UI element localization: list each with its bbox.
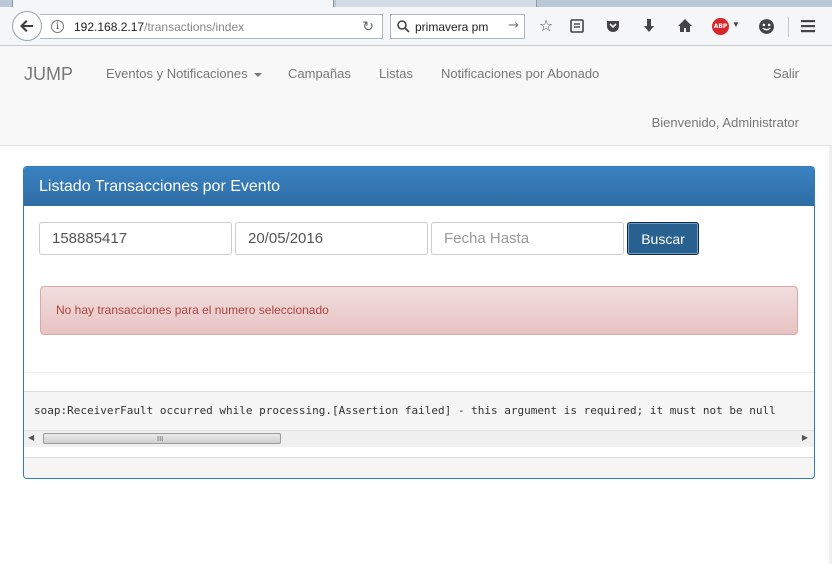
browser-tab-active[interactable] xyxy=(12,0,334,7)
hamburger-menu-icon[interactable] xyxy=(798,16,818,36)
search-bar[interactable]: primavera pm → xyxy=(390,14,525,39)
navbar: JUMP Eventos y Notificaciones Campañas L… xyxy=(0,46,832,146)
fecha-desde-input[interactable] xyxy=(235,222,428,255)
info-icon[interactable]: i xyxy=(51,20,64,33)
scroll-right-icon[interactable]: ▶ xyxy=(802,433,808,442)
logout-link[interactable]: Salir xyxy=(773,66,799,81)
bookmark-star-icon[interactable]: ☆ xyxy=(536,16,556,36)
url-bar[interactable]: i 192.168.2.17/transactions/index ↻ xyxy=(40,14,383,39)
pocket-icon[interactable] xyxy=(603,16,623,36)
panel-footer xyxy=(24,457,814,478)
search-go-icon[interactable]: → xyxy=(508,18,519,33)
error-output-box: soap:ReceiverFault occurred while proces… xyxy=(24,391,814,447)
adblock-icon[interactable]: ABP xyxy=(712,18,729,35)
browser-tab-background[interactable] xyxy=(336,0,537,7)
welcome-text: Bienvenido, Administrator xyxy=(651,115,799,130)
alert-message: No hay transacciones para el numero sele… xyxy=(56,303,329,317)
fecha-hasta-input[interactable] xyxy=(431,222,624,255)
toolbar-separator xyxy=(788,17,789,37)
horizontal-scrollbar[interactable]: ◀ III ▶ xyxy=(24,430,814,447)
url-path: /transactions/index xyxy=(144,20,245,34)
url-host: 192.168.2.17 xyxy=(74,20,145,34)
reload-icon[interactable]: ↻ xyxy=(362,19,374,35)
browser-toolbar: i 192.168.2.17/transactions/index ↻ prim… xyxy=(0,7,832,46)
error-output-text: soap:ReceiverFault occurred while proces… xyxy=(34,404,776,417)
scroll-left-icon[interactable]: ◀ xyxy=(28,433,34,442)
error-alert: No hay transacciones para el numero sele… xyxy=(40,286,798,335)
home-icon[interactable] xyxy=(675,16,695,36)
scrollbar-thumb[interactable]: III xyxy=(43,433,281,444)
transactions-panel: Listado Transacciones por Evento Buscar … xyxy=(23,166,815,479)
buscar-button[interactable]: Buscar xyxy=(627,222,699,255)
browser-tab-strip xyxy=(0,0,832,7)
nav-eventos-label: Eventos y Notificaciones xyxy=(106,66,248,81)
caret-down-icon xyxy=(253,72,262,77)
panel-title: Listado Transacciones por Evento xyxy=(39,178,281,195)
emoji-icon[interactable] xyxy=(756,16,776,36)
brand-logo[interactable]: JUMP xyxy=(24,64,73,85)
url-text[interactable]: 192.168.2.17/transactions/index xyxy=(74,20,244,34)
download-icon[interactable] xyxy=(639,16,659,36)
numero-input[interactable] xyxy=(39,222,232,255)
panel-heading: Listado Transacciones por Evento xyxy=(24,167,814,206)
reading-list-icon[interactable] xyxy=(567,16,587,36)
divider xyxy=(24,372,814,373)
nav-notificaciones-abonado[interactable]: Notificaciones por Abonado xyxy=(441,66,599,81)
scrollbar-grip: III xyxy=(157,435,164,443)
back-arrow-icon xyxy=(20,20,33,32)
nav-eventos-dropdown[interactable]: Eventos y Notificaciones xyxy=(106,66,262,81)
nav-listas[interactable]: Listas xyxy=(379,66,413,81)
back-button[interactable] xyxy=(12,11,42,41)
adblock-dropdown-icon[interactable]: ▼ xyxy=(732,20,740,29)
nav-campanas[interactable]: Campañas xyxy=(288,66,351,81)
search-input[interactable]: primavera pm xyxy=(415,20,488,34)
search-icon xyxy=(397,20,410,33)
